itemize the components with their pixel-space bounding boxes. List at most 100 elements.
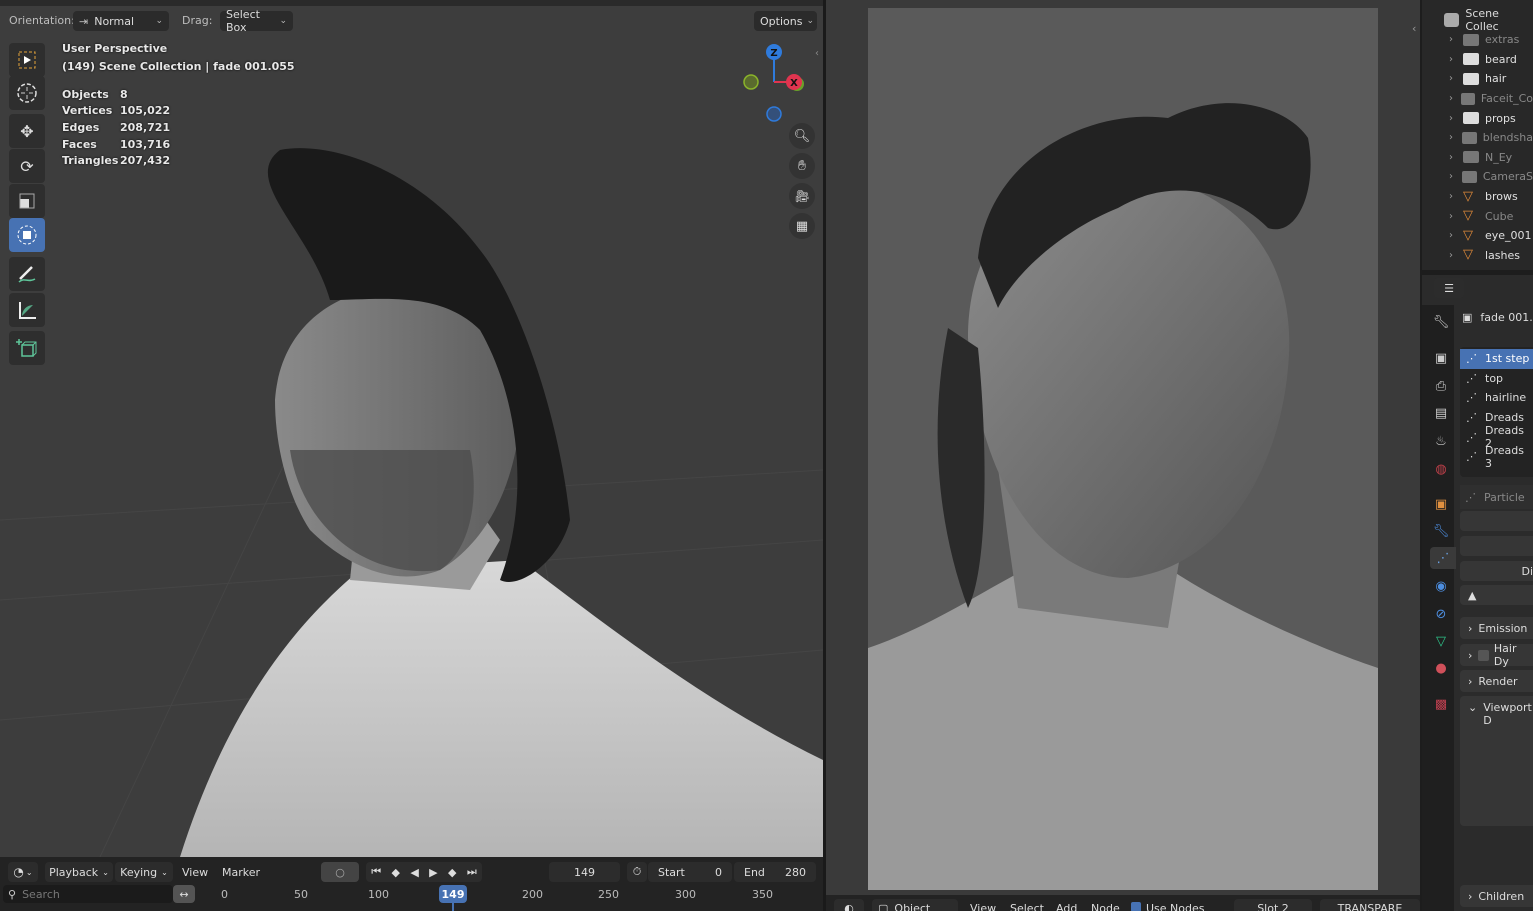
outliner-item[interactable]: › ▽ eye_001 (1422, 226, 1533, 246)
tab-view-layer[interactable]: ▤ (1430, 402, 1452, 424)
playback-menu[interactable]: Playback ⌄ (45, 862, 113, 882)
tab-particles[interactable]: ⋰ (1430, 547, 1456, 569)
outliner-item[interactable]: › ▽ brows (1422, 187, 1533, 207)
panel-collapse-button[interactable]: ▲ (1460, 585, 1533, 605)
editor-type-button[interactable]: ◔ ⌄ (8, 862, 38, 882)
zoom-button[interactable]: 🔍︎ (789, 123, 815, 149)
outliner-item[interactable]: › props (1422, 108, 1533, 128)
jump-end-icon[interactable]: ⏭︎ (467, 865, 477, 879)
outliner-item[interactable]: › CameraS (1422, 167, 1533, 187)
tool-annotate[interactable] (9, 257, 45, 291)
pan-button[interactable]: ✋︎ (789, 153, 815, 179)
editor-type-button[interactable]: ◐ (834, 899, 864, 911)
expand-arrow-icon[interactable]: › (1449, 132, 1462, 143)
tab-output[interactable]: ⎙ (1430, 375, 1452, 397)
search-input[interactable]: ⚲ Search (3, 885, 173, 903)
jump-start-icon[interactable]: ⏮︎ (371, 865, 381, 879)
end-frame-field[interactable]: End 280 (734, 862, 816, 882)
expand-arrow-icon[interactable]: › (1449, 54, 1463, 65)
field-blank-2[interactable] (1460, 536, 1533, 556)
play-icon[interactable]: ▶ (429, 866, 437, 879)
panel-children[interactable]: › Children (1460, 885, 1533, 907)
hair-dynamics-checkbox[interactable] (1478, 649, 1489, 661)
panel-render[interactable]: › Render (1460, 670, 1533, 692)
play-reverse-icon[interactable]: ◀ (410, 866, 418, 879)
preview-range-toggle[interactable]: ⏱︎ (627, 862, 647, 882)
outliner-item[interactable]: › N_Ey (1422, 148, 1533, 168)
expand-arrow-icon[interactable]: › (1449, 250, 1463, 261)
blend-mode-dropdown[interactable]: TRANSPARE (1320, 899, 1420, 911)
tab-render[interactable]: ▣ (1430, 347, 1452, 369)
menu-marker[interactable]: Marker (222, 866, 260, 879)
field-blank-1[interactable] (1460, 511, 1533, 531)
panel-viewport-display[interactable]: ⌄ Viewport D (1460, 696, 1533, 826)
navigation-gizmo[interactable]: Z X (735, 38, 815, 128)
tool-add-cube[interactable] (9, 331, 45, 365)
expand-arrow-icon[interactable]: › (1449, 113, 1463, 124)
expand-arrow-icon[interactable]: › (1449, 73, 1463, 84)
outliner-item[interactable]: › Faceit_Co (1422, 89, 1533, 109)
menu-node[interactable]: Node (1091, 902, 1120, 911)
perspective-toggle-button[interactable]: ▦ (789, 213, 815, 239)
di-button[interactable]: Di (1460, 561, 1533, 581)
particle-system-item[interactable]: ⋰ Dreads 3 (1460, 444, 1533, 470)
current-frame-field[interactable]: 149 (549, 862, 620, 882)
tool-select-box[interactable] (9, 43, 45, 77)
object-type-dropdown[interactable]: ▢ Object (872, 899, 958, 911)
tab-object[interactable]: ▣ (1430, 493, 1452, 515)
expand-arrow-icon[interactable]: › (1449, 191, 1463, 202)
particle-system-item[interactable]: ⋰ top (1460, 369, 1533, 389)
tab-world[interactable]: ◍ (1430, 458, 1452, 480)
3d-viewport-left[interactable]: Orientation: ⇥ Normal ⌄ Drag: Select Box… (0, 0, 823, 857)
tool-cursor[interactable] (9, 76, 45, 110)
menu-add[interactable]: Add (1056, 902, 1077, 911)
outliner-item[interactable]: › ▽ Cube (1422, 206, 1533, 226)
tab-constraints[interactable]: ⊘ (1430, 603, 1452, 625)
particle-system-item[interactable]: ⋰ hairline (1460, 388, 1533, 408)
sidebar-toggle-icon[interactable]: ‹ (1412, 22, 1416, 35)
use-nodes-checkbox[interactable] (1131, 902, 1141, 911)
camera-view-button[interactable]: 🎥︎ (789, 183, 815, 209)
particle-settings-selector[interactable]: ⋰ Particle (1460, 485, 1533, 509)
prev-keyframe-icon[interactable]: ◆ (391, 866, 399, 879)
particle-system-item[interactable]: ⋰ 1st step (1460, 349, 1533, 369)
tab-data[interactable]: ▽ (1430, 630, 1452, 652)
start-frame-field[interactable]: Start 0 (648, 862, 732, 882)
expand-arrow-icon[interactable]: › (1449, 171, 1462, 182)
expand-arrow-icon[interactable]: › (1449, 34, 1463, 45)
outliner-root[interactable]: Scene Collec (1422, 7, 1533, 33)
options-dropdown[interactable]: Options ⌄ (754, 11, 817, 31)
tab-texture[interactable]: ▩ (1430, 693, 1452, 715)
expand-arrow-icon[interactable]: › (1449, 152, 1463, 163)
tab-modifiers[interactable]: 🔧︎ (1430, 520, 1452, 542)
panel-emission[interactable]: › Emission (1460, 617, 1533, 639)
drag-dropdown[interactable]: Select Box ⌄ (220, 8, 293, 34)
menu-view[interactable]: View (182, 866, 208, 879)
expand-arrow-icon[interactable]: › (1449, 230, 1463, 241)
panel-hair-dynamics[interactable]: › Hair Dy (1460, 642, 1533, 668)
sidebar-toggle-icon[interactable]: ‹ (815, 48, 819, 59)
expand-arrow-icon[interactable]: › (1449, 93, 1461, 104)
menu-view[interactable]: View (970, 902, 996, 911)
keying-menu[interactable]: Keying ⌄ (115, 862, 173, 882)
outliner-item[interactable]: › extras (1422, 30, 1533, 50)
outliner-item[interactable]: › blendsha (1422, 128, 1533, 148)
next-keyframe-icon[interactable]: ◆ (448, 866, 456, 879)
tab-material[interactable]: ● (1430, 657, 1452, 679)
auto-keying-toggle[interactable]: ○ (321, 862, 359, 882)
slot-dropdown[interactable]: Slot 2 (1234, 899, 1312, 911)
menu-select[interactable]: Select (1010, 902, 1044, 911)
outliner-item[interactable]: › beard (1422, 50, 1533, 70)
tab-scene[interactable]: ♨ (1430, 430, 1452, 452)
3d-viewport-right[interactable]: ‹ (826, 0, 1420, 895)
outliner-item[interactable]: › ▽ lashes (1422, 246, 1533, 266)
tab-physics[interactable]: ◉ (1430, 575, 1452, 597)
orientation-dropdown[interactable]: ⇥ Normal ⌄ (73, 11, 169, 31)
tool-rotate[interactable]: ⟳ (9, 149, 45, 183)
expand-arrow-icon[interactable]: › (1449, 211, 1463, 222)
outliner-item[interactable]: › hair (1422, 69, 1533, 89)
sync-toggle[interactable]: ↔ (173, 885, 195, 903)
tool-transform[interactable] (9, 218, 45, 252)
tool-measure[interactable] (9, 293, 45, 327)
tab-tool[interactable]: 🔧︎ (1430, 311, 1452, 333)
